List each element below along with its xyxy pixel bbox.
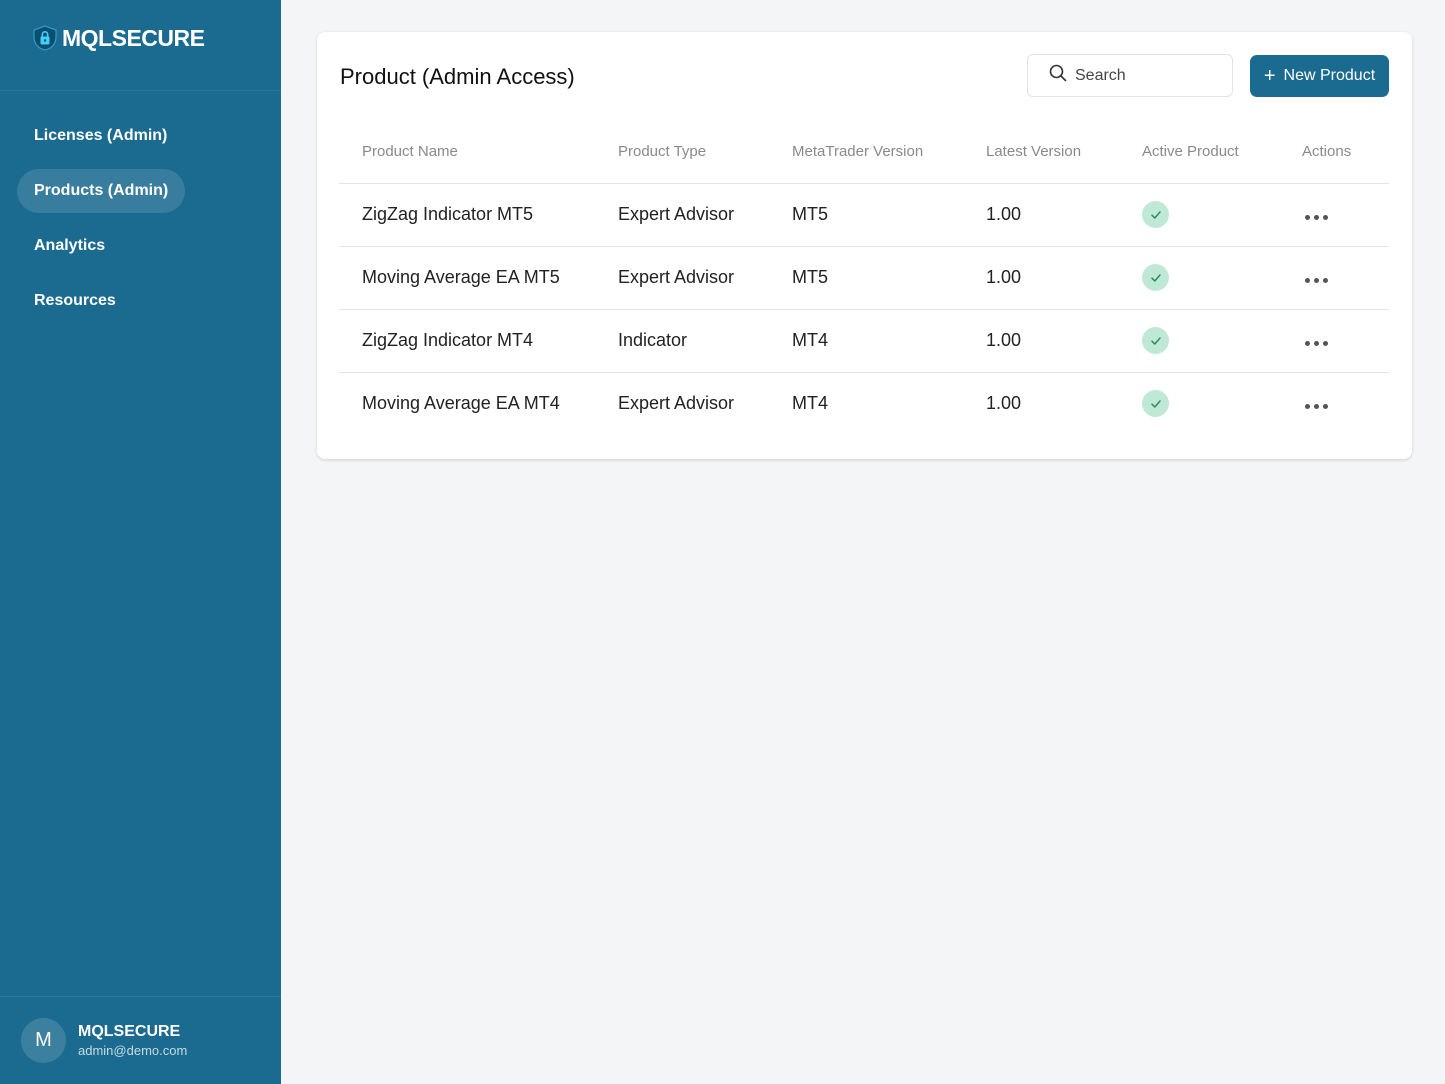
sidebar-item-products[interactable]: Products (Admin) xyxy=(17,169,186,213)
new-product-button[interactable]: + New Product xyxy=(1250,55,1389,97)
sidebar-item-resources[interactable]: Resources xyxy=(17,279,133,323)
sidebar: MQLSECURE Licenses (Admin) Products (Adm… xyxy=(0,0,281,1084)
product-name-cell: ZigZag Indicator MT4 xyxy=(339,309,595,373)
actions-cell xyxy=(1279,372,1389,435)
user-email: admin@demo.com xyxy=(78,1043,188,1058)
active-product-cell xyxy=(1119,372,1279,435)
table-row[interactable]: Moving Average EA MT5 Expert Advisor MT5… xyxy=(339,246,1389,310)
actions-cell xyxy=(1279,309,1389,373)
more-actions-icon[interactable] xyxy=(1302,209,1331,226)
actions-cell xyxy=(1279,183,1389,247)
table-header-row: Product Name Product Type MetaTrader Ver… xyxy=(339,121,1389,184)
product-type-cell: Expert Advisor xyxy=(595,246,769,310)
page-title: Product (Admin Access) xyxy=(340,64,575,89)
check-circle-icon xyxy=(1142,390,1169,418)
table-row[interactable]: ZigZag Indicator MT4 Indicator MT4 1.00 xyxy=(339,309,1389,373)
column-header-product-name[interactable]: Product Name xyxy=(339,121,595,184)
more-actions-icon[interactable] xyxy=(1302,335,1331,352)
brand[interactable]: MQLSECURE xyxy=(0,0,281,91)
lock-icon xyxy=(32,25,58,51)
plus-icon: + xyxy=(1263,65,1276,87)
user-name: MQLSECURE xyxy=(78,1023,181,1040)
table-row[interactable]: Moving Average EA MT4 Expert Advisor MT4… xyxy=(339,372,1389,435)
product-name-cell: Moving Average EA MT5 xyxy=(339,246,595,310)
column-header-product-type[interactable]: Product Type xyxy=(595,121,769,184)
mt-version-cell: MT5 xyxy=(769,246,963,310)
product-name-cell: Moving Average EA MT4 xyxy=(362,393,560,414)
latest-version-cell: 1.00 xyxy=(963,246,1119,310)
avatar: M xyxy=(21,1018,66,1063)
column-header-metatrader-version[interactable]: MetaTrader Version xyxy=(769,121,963,184)
actions-cell xyxy=(1279,246,1389,310)
mt-version-cell: MT4 xyxy=(792,393,828,414)
product-type-cell: Expert Advisor xyxy=(618,393,735,414)
active-product-cell xyxy=(1119,183,1279,247)
mt-version-cell: MT4 xyxy=(769,309,963,373)
latest-version-cell: 1.00 xyxy=(986,393,1022,414)
check-circle-icon xyxy=(1142,201,1169,228)
column-header-actions: Actions xyxy=(1279,121,1389,184)
more-actions-icon[interactable] xyxy=(1302,398,1331,415)
sidebar-nav: Licenses (Admin) Products (Admin) Analyt… xyxy=(0,91,281,334)
products-card: Product (Admin Access) + New Product Pro… xyxy=(317,32,1412,459)
user-profile[interactable]: M MQLSECURE admin@demo.com xyxy=(0,996,281,1084)
brand-name: MQLSECURE xyxy=(62,24,205,51)
sidebar-item-analytics[interactable]: Analytics xyxy=(17,224,122,268)
more-actions-icon[interactable] xyxy=(1302,272,1331,289)
column-header-latest-version[interactable]: Latest Version xyxy=(963,121,1119,184)
products-table: Product Name Product Type MetaTrader Ver… xyxy=(339,121,1389,435)
search-input[interactable] xyxy=(1075,66,1225,85)
column-header-active-product[interactable]: Active Product xyxy=(1119,121,1279,184)
table-row[interactable]: ZigZag Indicator MT5 Expert Advisor MT5 … xyxy=(339,183,1389,247)
sidebar-item-licenses[interactable]: Licenses (Admin) xyxy=(17,114,184,158)
check-circle-icon xyxy=(1142,264,1169,291)
active-product-cell xyxy=(1119,309,1279,373)
product-type-cell: Expert Advisor xyxy=(595,183,769,247)
mt-version-cell: MT5 xyxy=(769,183,963,247)
new-product-label: New Product xyxy=(1283,67,1376,84)
latest-version-cell: 1.00 xyxy=(963,183,1119,247)
product-name-cell: ZigZag Indicator MT5 xyxy=(339,183,595,247)
product-type-cell: Indicator xyxy=(595,309,769,373)
latest-version-cell: 1.00 xyxy=(963,309,1119,373)
check-circle-icon xyxy=(1142,327,1169,354)
search-icon xyxy=(1049,64,1067,87)
search-box[interactable] xyxy=(1027,54,1233,97)
active-product-cell xyxy=(1119,246,1279,310)
